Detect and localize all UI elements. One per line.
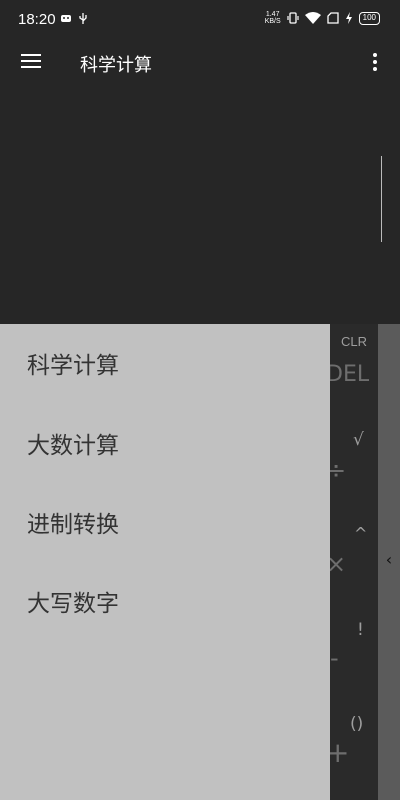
delete-button[interactable]: DEL bbox=[326, 362, 369, 387]
net-speed-unit: KB/S bbox=[264, 18, 281, 25]
android-icon bbox=[61, 15, 71, 22]
drawer-item-label: 大数计算 bbox=[27, 433, 119, 459]
clear-button[interactable]: CLR bbox=[341, 334, 367, 349]
drawer-item-label: 科学计算 bbox=[27, 353, 119, 379]
drawer-item-bignumber[interactable]: 大数计算 bbox=[0, 414, 330, 474]
power-button[interactable]: ^ bbox=[354, 524, 367, 543]
advanced-panel-handle[interactable]: ‹ bbox=[378, 324, 400, 800]
factorial-button[interactable]: ! bbox=[357, 620, 364, 640]
calculator-display[interactable] bbox=[0, 88, 400, 324]
chevron-left-icon[interactable]: ‹ bbox=[378, 550, 400, 574]
net-speed: 1.47 KB/S bbox=[265, 11, 281, 25]
battery-icon: 100 bbox=[358, 11, 380, 25]
status-left-icons bbox=[60, 12, 88, 25]
drawer-item-base-conversion[interactable]: 进制转换 bbox=[0, 493, 330, 553]
parentheses-button[interactable]: () bbox=[350, 714, 363, 734]
charging-icon bbox=[345, 12, 352, 24]
drawer-item-scientific[interactable]: 科学计算 bbox=[0, 334, 330, 394]
vibrate-icon bbox=[287, 12, 299, 24]
minus-button[interactable]: - bbox=[330, 644, 339, 672]
text-cursor bbox=[381, 156, 382, 242]
hamburger-menu-icon[interactable] bbox=[16, 50, 46, 76]
net-speed-value: 1.47 bbox=[265, 11, 280, 18]
drawer-item-label: 大写数字 bbox=[27, 591, 119, 617]
more-vert-icon[interactable] bbox=[364, 50, 386, 76]
sqrt-button[interactable]: √ bbox=[353, 430, 364, 450]
sim-icon bbox=[326, 12, 339, 24]
app-title: 科学计算 bbox=[80, 55, 152, 76]
drawer-item-label: 进制转换 bbox=[27, 512, 119, 538]
status-time: 18:20 bbox=[18, 11, 56, 28]
wifi-icon bbox=[304, 12, 321, 24]
status-bar: 18:20 1.47 KB/S 100 bbox=[0, 0, 400, 38]
drawer-item-chinese-numerals[interactable]: 大写数字 bbox=[0, 572, 330, 632]
navigation-drawer: 科学计算 大数计算 进制转换 大写数字 bbox=[0, 324, 330, 800]
app-bar: 科学计算 bbox=[0, 38, 400, 88]
status-right-icons: 1.47 KB/S 100 bbox=[265, 11, 380, 25]
usb-icon bbox=[79, 13, 87, 24]
